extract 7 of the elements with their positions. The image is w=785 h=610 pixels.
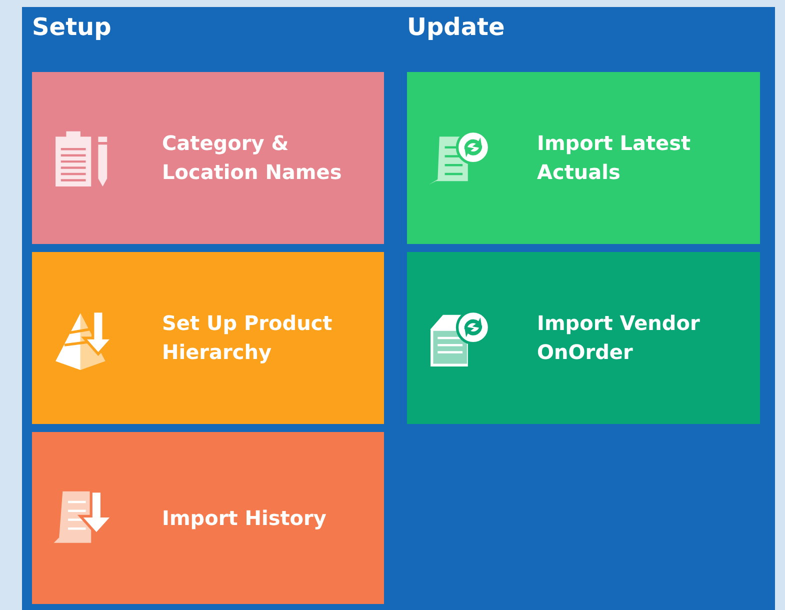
section-title: Setup — [32, 12, 112, 43]
tile-button[interactable]: Import Vendor OnOrder — [407, 252, 760, 424]
tile-button[interactable]: Set Up Product Hierarchy — [32, 252, 384, 424]
tile-button[interactable]: Import Latest Actuals — [407, 72, 760, 244]
tile-button[interactable]: Category & Location Names — [32, 72, 384, 244]
tile-button[interactable]: Import History — [32, 432, 384, 604]
section-title: Update — [407, 12, 506, 43]
